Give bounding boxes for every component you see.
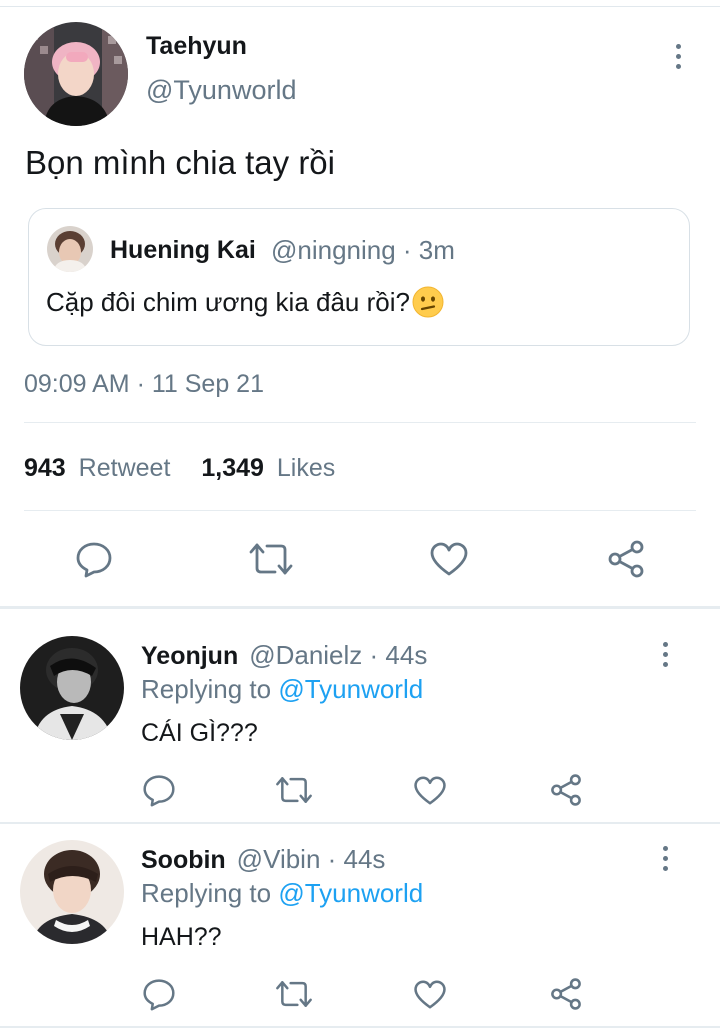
quoted-author-avatar (47, 226, 93, 272)
like-icon[interactable] (429, 541, 469, 577)
replying-to: Replying to @Tyunworld (141, 674, 423, 705)
reply-icon[interactable] (75, 540, 113, 578)
reply-author-meta: @Danielz · 44s (249, 640, 428, 670)
bottom-divider (0, 1026, 720, 1028)
reply-author-name[interactable]: Soobin (141, 846, 226, 874)
section-divider (0, 822, 720, 824)
like-icon[interactable] (413, 979, 447, 1010)
replying-to: Replying to @Tyunworld (141, 878, 423, 909)
divider (24, 510, 696, 511)
reply-author-meta: @Vibin · 44s (236, 844, 386, 874)
reply-icon[interactable] (142, 977, 176, 1011)
quoted-author-name: Huening Kai (110, 236, 256, 264)
author-avatar[interactable] (24, 22, 128, 126)
section-divider (0, 606, 720, 609)
tweet-timestamp[interactable]: 09:09 AM · 11 Sep 21 (24, 370, 264, 399)
like-icon[interactable] (413, 775, 447, 806)
more-options-icon[interactable] (658, 846, 672, 871)
tweet-stats: 943 Retweet 1,349 Likes (24, 454, 335, 483)
reply-text: CÁI GÌ??? (141, 719, 258, 747)
reply-text: HAH?? (141, 923, 222, 951)
like-count[interactable]: 1,349 (201, 454, 264, 482)
quoted-author-meta: @ningning · 3m (271, 235, 455, 265)
divider (24, 422, 696, 423)
reply-icon[interactable] (142, 773, 176, 807)
share-icon[interactable] (549, 977, 583, 1011)
confused-face-icon (412, 286, 444, 318)
quoted-tweet-text-content: Cặp đôi chim ương kia đâu rồi? (46, 286, 410, 317)
reply-author-avatar[interactable] (20, 840, 124, 944)
reply-author-avatar[interactable] (20, 636, 124, 740)
reply-author-name[interactable]: Yeonjun (141, 642, 238, 670)
retweet-label[interactable]: Retweet (79, 454, 171, 482)
more-options-icon[interactable] (658, 642, 672, 667)
reply-header: Soobin @Vibin · 44s (141, 844, 385, 875)
reply-header: Yeonjun @Danielz · 44s (141, 640, 427, 671)
author-handle[interactable]: @Tyunworld (146, 75, 296, 106)
quoted-tweet-text: Cặp đôi chim ương kia đâu rồi? (46, 286, 444, 318)
retweet-icon[interactable] (247, 540, 295, 578)
replying-to-handle[interactable]: @Tyunworld (278, 878, 423, 908)
tweet-text: Bọn mình chia tay rồi (25, 144, 335, 181)
retweet-count[interactable]: 943 (24, 454, 66, 482)
share-icon[interactable] (606, 539, 646, 579)
author-name[interactable]: Taehyun (146, 32, 247, 61)
replying-to-label: Replying to (141, 878, 279, 908)
retweet-icon[interactable] (274, 978, 314, 1010)
retweet-icon[interactable] (274, 774, 314, 806)
quoted-tweet[interactable] (28, 208, 690, 346)
top-divider (0, 6, 720, 7)
more-options-icon[interactable] (671, 44, 685, 69)
replying-to-handle[interactable]: @Tyunworld (278, 674, 423, 704)
share-icon[interactable] (549, 773, 583, 807)
replying-to-label: Replying to (141, 674, 279, 704)
like-label[interactable]: Likes (277, 454, 335, 482)
